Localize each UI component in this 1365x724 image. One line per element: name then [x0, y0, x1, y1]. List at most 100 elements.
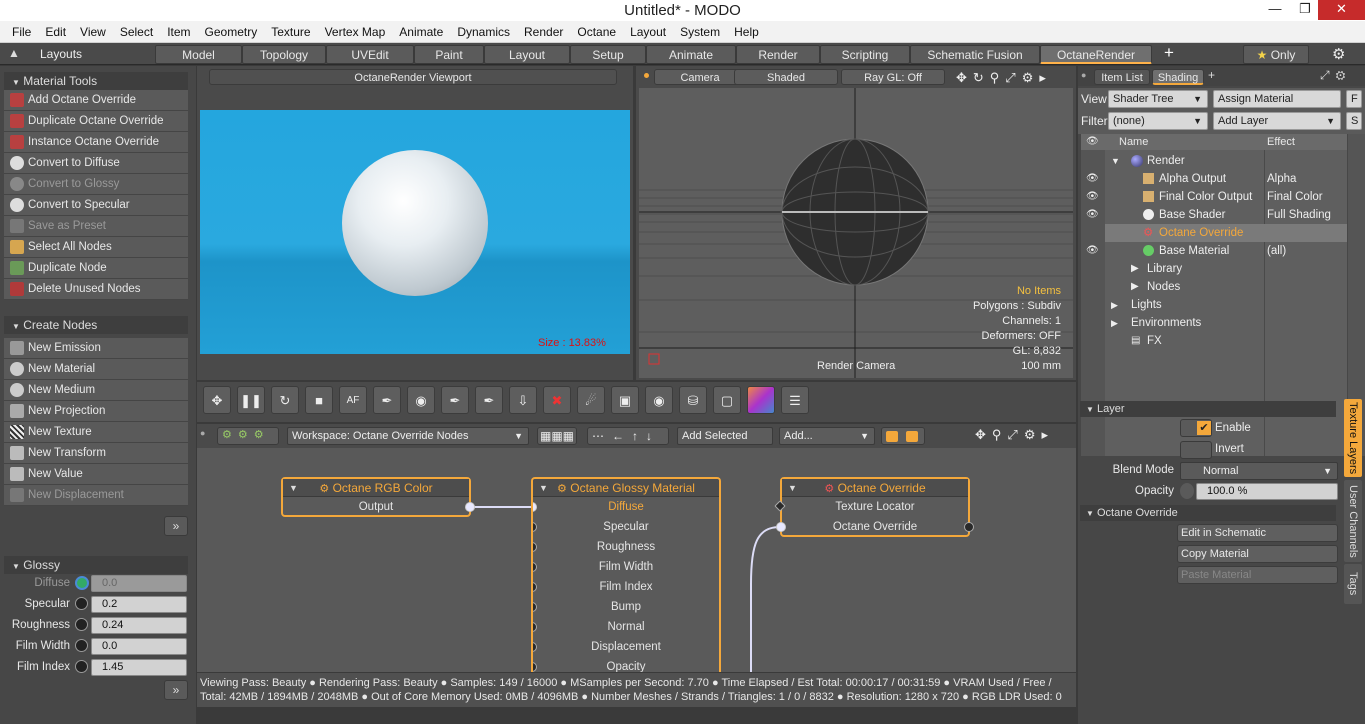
- tab-animate[interactable]: Animate: [646, 45, 736, 64]
- clear-icon[interactable]: ✖: [543, 386, 571, 414]
- material-picker-icon[interactable]: ✒: [441, 386, 469, 414]
- tree-row-environments[interactable]: ▶ Environments: [1081, 314, 1347, 332]
- close-icon[interactable]: ✕: [1318, 0, 1365, 20]
- input-port[interactable]: [533, 562, 537, 572]
- tab-shading[interactable]: Shading: [1152, 69, 1204, 85]
- output-port[interactable]: [465, 502, 475, 512]
- add-layer-dropdown[interactable]: Add Layer ▼: [1213, 112, 1341, 130]
- expand-icon[interactable]: ▶: [1111, 296, 1118, 314]
- tree-row-base-material[interactable]: 👁 Base Material (all): [1081, 242, 1347, 260]
- tree-row-lights[interactable]: ▶ Lights: [1081, 296, 1347, 314]
- name-column-header[interactable]: Name: [1119, 134, 1148, 150]
- texture-link-icon[interactable]: [75, 639, 88, 652]
- node-header[interactable]: ▼ ⚙ Octane RGB Color: [283, 479, 469, 497]
- tree-row-octane-override[interactable]: ⚙ Octane Override: [1105, 224, 1347, 242]
- roughness-field[interactable]: 0.24: [91, 617, 187, 634]
- menu-edit[interactable]: Edit: [38, 21, 73, 43]
- minimize-icon[interactable]: —: [1260, 0, 1290, 20]
- menu-help[interactable]: Help: [727, 21, 766, 43]
- texture-link-icon[interactable]: [75, 576, 89, 590]
- texture-link-icon[interactable]: [1180, 483, 1194, 499]
- tab-schematic-fusion[interactable]: Schematic Fusion: [910, 45, 1040, 64]
- raygl-dropdown[interactable]: Ray GL: Off: [841, 69, 945, 85]
- viewport-nav-icons[interactable]: ✥↻⚲⤢⚙▸: [956, 70, 1052, 86]
- focus-picker-icon[interactable]: ✒: [373, 386, 401, 414]
- stop-icon[interactable]: ■: [305, 386, 333, 414]
- object-picker-icon[interactable]: ✒: [475, 386, 503, 414]
- input-port[interactable]: [533, 602, 537, 612]
- restart-icon[interactable]: ↻: [271, 386, 299, 414]
- expand-more-icon[interactable]: »: [164, 516, 188, 536]
- tree-row-library[interactable]: ▶ Library: [1081, 260, 1347, 278]
- gear-icon[interactable]: ⚙: [1332, 45, 1345, 63]
- convert-to-specular-button[interactable]: Convert to Specular: [4, 195, 188, 216]
- log-icon[interactable]: ☰: [781, 386, 809, 414]
- layouts-label[interactable]: Layouts: [40, 47, 82, 61]
- tree-row-fx[interactable]: ▤ FX: [1081, 332, 1347, 350]
- menu-dynamics[interactable]: Dynamics: [450, 21, 517, 43]
- menu-animate[interactable]: Animate: [392, 21, 450, 43]
- eye-icon[interactable]: 👁: [1086, 188, 1099, 206]
- autofocus-icon[interactable]: AF: [339, 386, 367, 414]
- tab-layout[interactable]: Layout: [484, 45, 570, 64]
- white-balance-icon[interactable]: ◉: [407, 386, 435, 414]
- collapse-icon[interactable]: ▼: [539, 479, 548, 497]
- node-editor[interactable]: ● ⚙⚙⚙ Workspace: Octane Override Nodes ▼ …: [197, 424, 1076, 672]
- camera-sync-icon[interactable]: ☄: [577, 386, 605, 414]
- menu-view[interactable]: View: [73, 21, 113, 43]
- node-header[interactable]: ▼ ⚙ Octane Glossy Material: [533, 479, 719, 497]
- input-port[interactable]: [533, 642, 537, 652]
- eye-icon[interactable]: 👁: [1086, 170, 1099, 188]
- add-octane-override-button[interactable]: Add Octane Override: [4, 90, 188, 111]
- menu-file[interactable]: File: [5, 21, 38, 43]
- output-port[interactable]: [964, 522, 974, 532]
- tab-render[interactable]: Render: [736, 45, 820, 64]
- new-projection-button[interactable]: New Projection: [4, 401, 188, 422]
- assign-material-button[interactable]: Assign Material: [1213, 90, 1341, 108]
- only-button[interactable]: ★ Only: [1243, 45, 1309, 64]
- add-tab-icon[interactable]: +: [1208, 68, 1215, 82]
- menu-system[interactable]: System: [673, 21, 727, 43]
- octane-override-node[interactable]: ▼ ⚙ Octane Override Texture Locator Octan…: [774, 477, 974, 537]
- expand-icon[interactable]: ▶: [1111, 314, 1118, 332]
- tab-model[interactable]: Model: [155, 45, 242, 64]
- restore-icon[interactable]: ❐: [1290, 0, 1320, 20]
- input-port[interactable]: [533, 662, 537, 672]
- input-port[interactable]: [776, 522, 786, 532]
- panel-nav-icons[interactable]: ⤢⚙: [1320, 68, 1351, 83]
- menu-render[interactable]: Render: [517, 21, 570, 43]
- new-transform-button[interactable]: New Transform: [4, 443, 188, 464]
- menu-geometry[interactable]: Geometry: [198, 21, 265, 43]
- node-header[interactable]: ▼ ⚙ Octane Override: [782, 479, 968, 497]
- input-port[interactable]: [533, 622, 537, 632]
- create-nodes-header[interactable]: ▼ Create Nodes: [4, 316, 188, 334]
- texture-link-icon[interactable]: [75, 660, 88, 673]
- render-view[interactable]: Size : 13.83%: [200, 110, 630, 354]
- edit-in-schematic-button[interactable]: Edit in Schematic: [1177, 524, 1338, 542]
- menu-layout[interactable]: Layout: [623, 21, 673, 43]
- shaded-dropdown[interactable]: Shaded: [734, 69, 838, 85]
- menu-item[interactable]: Item: [160, 21, 197, 43]
- select-all-nodes-button[interactable]: Select All Nodes: [4, 237, 188, 258]
- database-icon[interactable]: ⛁: [679, 386, 707, 414]
- layouts-arrow-icon[interactable]: ▲: [8, 46, 20, 60]
- film-index-field[interactable]: 1.45: [91, 659, 187, 676]
- new-emission-button[interactable]: New Emission: [4, 338, 188, 359]
- fit-view-icon[interactable]: ✥: [203, 386, 231, 414]
- eye-icon[interactable]: 👁: [1086, 242, 1099, 260]
- input-port[interactable]: [533, 542, 537, 552]
- tab-paint[interactable]: Paint: [414, 45, 484, 64]
- tab-setup[interactable]: Setup: [570, 45, 646, 64]
- convert-to-diffuse-button[interactable]: Convert to Diffuse: [4, 153, 188, 174]
- export-icon[interactable]: ⇩: [509, 386, 537, 414]
- collapse-icon[interactable]: ▼: [788, 479, 797, 497]
- invert-toggle[interactable]: [1180, 441, 1212, 459]
- menu-texture[interactable]: Texture: [264, 21, 317, 43]
- 3d-view[interactable]: No Items Polygons : Subdiv Channels: 1 D…: [639, 88, 1073, 378]
- tab-user-channels[interactable]: User Channels: [1344, 480, 1362, 562]
- tree-row-nodes[interactable]: ▶ Nodes: [1081, 278, 1347, 296]
- tab-tags[interactable]: Tags: [1344, 564, 1362, 604]
- s-button[interactable]: S: [1346, 112, 1362, 130]
- camera-dropdown[interactable]: Camera: [654, 69, 746, 85]
- opacity-field[interactable]: 100.0 %: [1196, 483, 1338, 500]
